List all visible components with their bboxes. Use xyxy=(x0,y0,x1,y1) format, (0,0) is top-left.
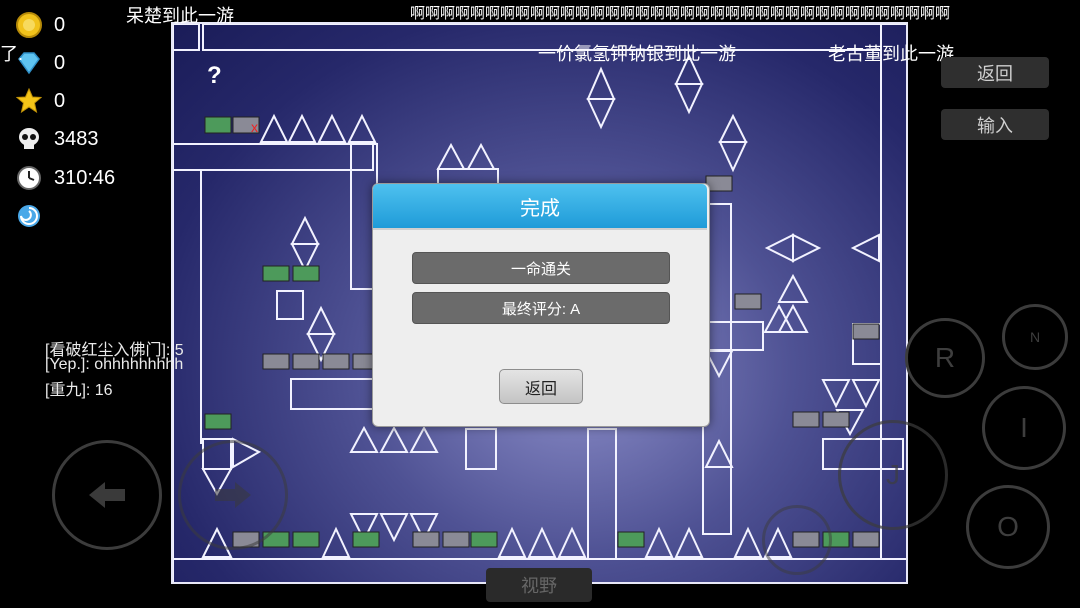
death-count: 3483 xyxy=(54,127,99,150)
hint-mark: ? xyxy=(207,62,222,89)
completion-dialog: 完成 一命通关 最终评分: A 返回 xyxy=(372,183,710,427)
back-button[interactable]: 返回 xyxy=(941,57,1049,88)
coin-icon xyxy=(16,12,42,38)
broadcast-middle: 一价氯氢钾钠银到此一游 xyxy=(538,44,736,64)
hud-deaths: 3483 xyxy=(16,126,99,152)
clock-icon xyxy=(16,165,42,191)
result-final-rating: 最终评分: A xyxy=(412,292,670,324)
extra-pad[interactable] xyxy=(762,505,832,575)
hud-time: 310:46 xyxy=(16,165,115,191)
move-left-button[interactable] xyxy=(52,440,162,550)
vortex-icon xyxy=(16,203,42,229)
coin-count: 0 xyxy=(54,13,66,36)
star-count: 0 xyxy=(54,89,66,112)
n-button[interactable]: N xyxy=(1002,304,1068,370)
jump-button[interactable]: J xyxy=(838,420,948,530)
dialog-title: 完成 xyxy=(373,184,707,230)
hud-diamonds: 0 xyxy=(16,50,65,76)
view-button[interactable]: 视野 xyxy=(486,568,592,602)
o-button[interactable]: O xyxy=(966,485,1050,569)
chat-line-3: [重九]: 16 xyxy=(45,382,113,399)
platform xyxy=(173,143,374,171)
r-button[interactable]: R xyxy=(905,318,985,398)
player-death-mark: x xyxy=(251,119,258,135)
broadcast-right: 老古董到此一游 xyxy=(828,44,954,64)
elapsed-time: 310:46 xyxy=(54,166,116,189)
move-right-button[interactable] xyxy=(178,440,288,550)
hud-coins: 0 xyxy=(16,12,65,38)
chat-line-2: [Yep.]: ohhhhhhhhh xyxy=(45,356,184,373)
result-one-life: 一命通关 xyxy=(412,252,670,284)
input-button[interactable]: 输入 xyxy=(941,109,1049,140)
arrow-right-icon xyxy=(215,482,251,508)
hud-portal xyxy=(16,203,42,229)
skull-icon xyxy=(16,126,42,152)
star-icon xyxy=(16,88,42,114)
broadcast-edge: 了. xyxy=(0,44,24,64)
diamond-count: 0 xyxy=(54,51,66,74)
i-button[interactable]: I xyxy=(982,386,1066,470)
arrow-left-icon xyxy=(89,482,125,508)
broadcast-left: 呆楚到此一游 xyxy=(126,6,234,26)
dialog-back-button[interactable]: 返回 xyxy=(499,369,583,404)
broadcast-banner: 啊啊啊啊啊啊啊啊啊啊啊啊啊啊啊啊啊啊啊啊啊啊啊啊啊啊啊啊啊啊啊啊啊啊啊啊 xyxy=(410,5,951,22)
hud-stars: 0 xyxy=(16,88,65,114)
